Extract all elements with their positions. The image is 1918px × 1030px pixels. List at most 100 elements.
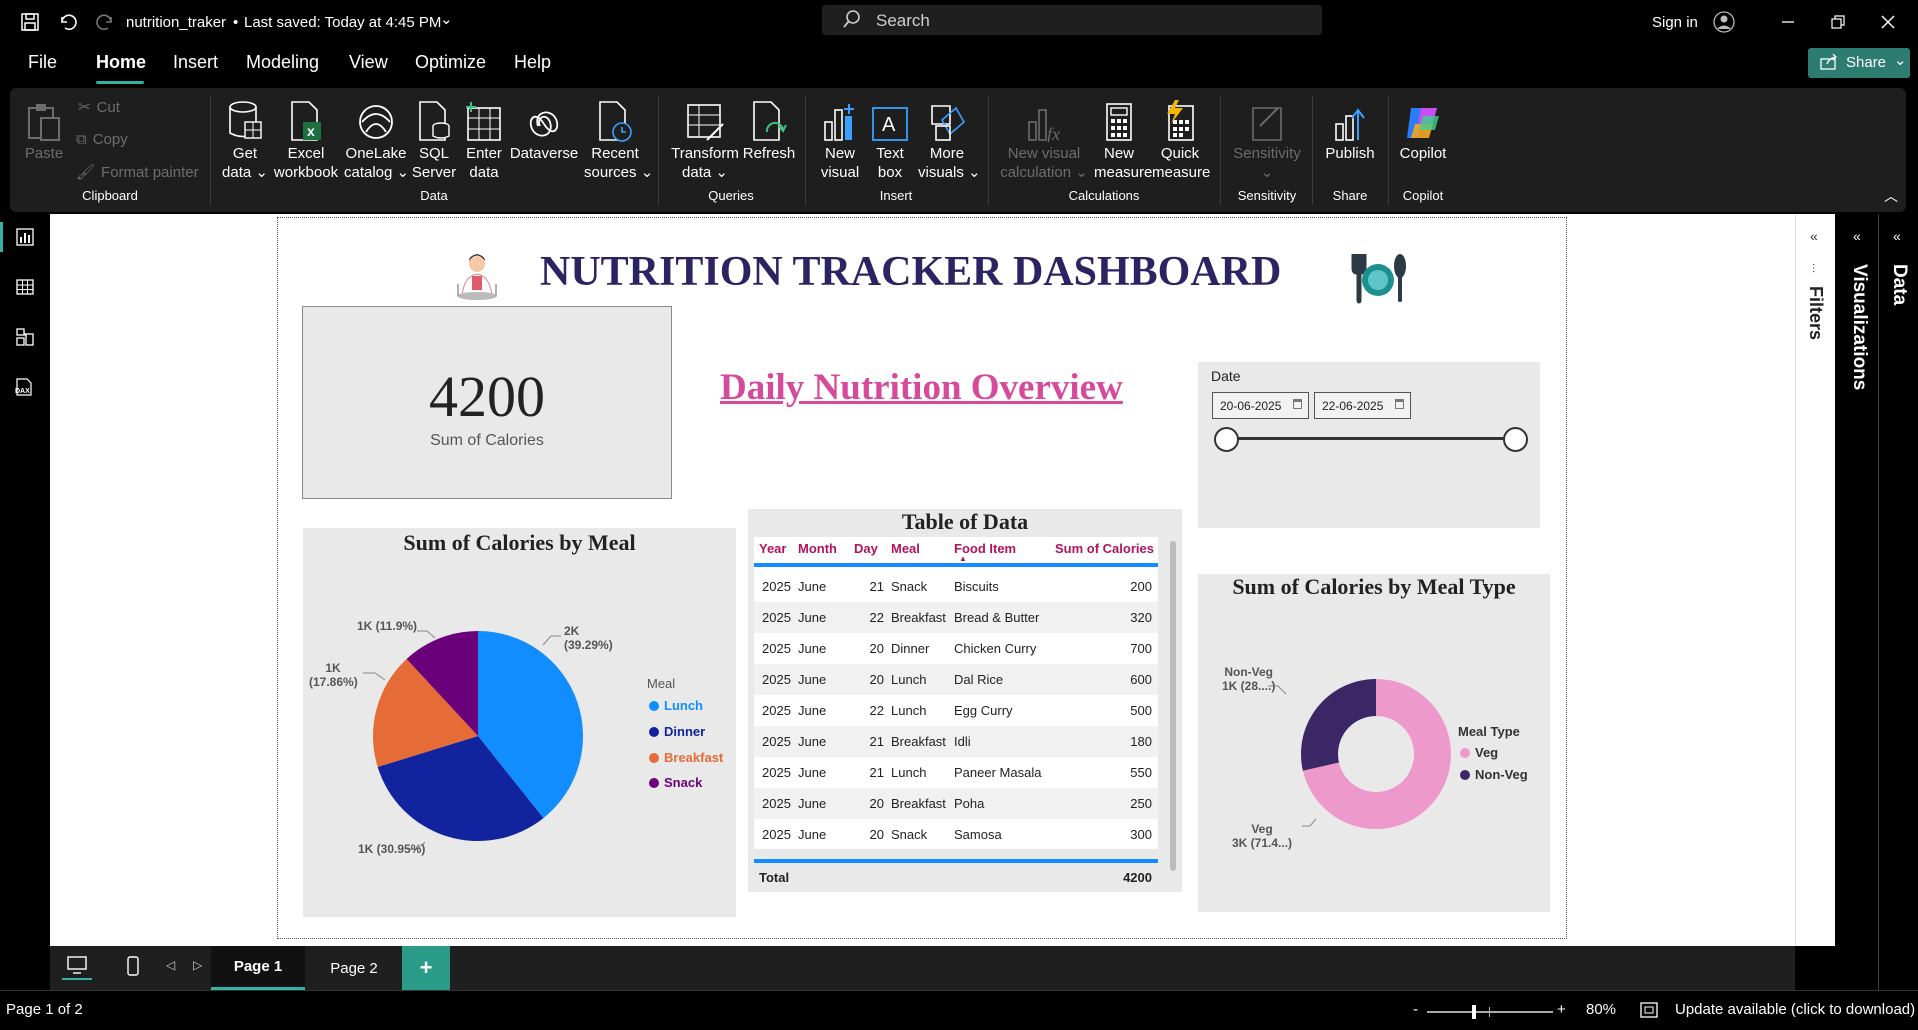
save-icon[interactable]	[18, 10, 42, 34]
tab-page-1[interactable]: Page 1	[211, 946, 305, 990]
donut-slice-non-veg[interactable]	[1301, 679, 1376, 771]
table-view-icon[interactable]	[12, 274, 38, 300]
expand-visualizations-icon[interactable]: «	[1853, 228, 1861, 244]
table-row[interactable]: 2025 June 22 Breakfast Bread & Butter 320	[754, 602, 1158, 633]
restore-icon[interactable]	[1823, 10, 1853, 34]
new-visual-button[interactable]: New visual	[816, 98, 864, 182]
table-scrollbar[interactable]	[1170, 541, 1176, 871]
paste-button[interactable]: Paste	[22, 98, 66, 163]
menu-help[interactable]: Help	[514, 52, 551, 73]
column-header-calories[interactable]: Sum of Calories	[1055, 541, 1154, 556]
calendar-icon[interactable]	[1395, 399, 1404, 409]
table-cell: Dinner	[891, 641, 930, 656]
calendar-icon[interactable]	[1293, 399, 1302, 409]
minimize-icon[interactable]	[1773, 10, 1803, 34]
enter-data-button[interactable]: Enter data	[462, 98, 506, 182]
legend-item-snack[interactable]: Snack	[649, 775, 702, 790]
column-header-month[interactable]: Month	[798, 541, 837, 556]
table-row[interactable]: 2025 June 20 Lunch Dal Rice 600	[754, 664, 1158, 695]
format-painter-button[interactable]: 🖌 Format painter	[76, 163, 199, 182]
table-row[interactable]: 2025 June 21 Snack Biscuits 200	[754, 571, 1158, 602]
legend-item-veg[interactable]: Veg	[1460, 745, 1498, 760]
refresh-button[interactable]: Refresh	[742, 98, 796, 163]
table-row[interactable]: 2025 June 21 Lunch Paneer Masala 550	[754, 757, 1158, 788]
chevron-down-icon[interactable]: ⌄	[440, 10, 453, 28]
zoom-out-button[interactable]: -	[1413, 1001, 1418, 1018]
share-button[interactable]: Share ⌄	[1808, 48, 1910, 78]
cut-button[interactable]: ✂ Cut	[78, 98, 120, 117]
zoom-in-button[interactable]: +	[1557, 1001, 1566, 1018]
onelake-catalog-button[interactable]: OneLake catalog ⌄	[344, 98, 409, 182]
column-header-meal[interactable]: Meal	[891, 541, 920, 556]
zoom-slider[interactable]	[1427, 1005, 1553, 1019]
excel-workbook-button[interactable]: x Excel workbook	[272, 98, 340, 182]
quick-measure-button[interactable]: Quick measure	[1152, 98, 1210, 182]
model-view-icon[interactable]	[12, 324, 38, 350]
fit-to-page-icon[interactable]	[1640, 1002, 1658, 1018]
sign-in-link[interactable]: Sign in	[1652, 14, 1698, 31]
text-box-button[interactable]: A Text box	[866, 98, 914, 182]
copilot-button[interactable]: Copilot	[1396, 98, 1450, 163]
report-view-icon[interactable]	[12, 224, 38, 250]
new-visual-calculation-button[interactable]: fx New visual calculation ⌄	[998, 98, 1090, 182]
more-visuals-button[interactable]: More visuals ⌄	[918, 98, 981, 182]
dax-query-view-icon[interactable]: DAX	[12, 374, 38, 400]
zoom-level[interactable]: 80%	[1586, 1001, 1616, 1018]
get-data-button[interactable]: Get data ⌄	[220, 98, 270, 182]
copy-button[interactable]: ⧉ Copy	[76, 131, 128, 148]
legend-item-lunch[interactable]: Lunch	[649, 698, 703, 713]
close-icon[interactable]	[1873, 10, 1903, 34]
sql-server-button[interactable]: SQL Server	[410, 98, 458, 182]
add-page-button[interactable]: +	[402, 946, 450, 990]
transform-data-button[interactable]: Transform data ⌄	[670, 98, 740, 182]
recent-sources-button[interactable]: Recent sources ⌄	[584, 98, 653, 182]
menu-home[interactable]: Home	[96, 52, 146, 73]
mobile-layout-icon[interactable]	[126, 956, 140, 976]
end-date-input[interactable]: 22-06-2025	[1314, 392, 1411, 419]
kpi-card-total-calories[interactable]: 4200 Sum of Calories	[302, 306, 672, 499]
table-of-data[interactable]: Table of Data Year Month Day Meal Food I…	[748, 509, 1182, 892]
start-date-handle[interactable]	[1214, 427, 1239, 452]
table-row[interactable]: 2025 June 22 Lunch Egg Curry 500	[754, 695, 1158, 726]
menu-file[interactable]: File	[28, 52, 57, 73]
collapse-filters-icon[interactable]: «	[1810, 228, 1818, 244]
table-row[interactable]: 2025 June 20 Dinner Chicken Curry 700	[754, 633, 1158, 664]
legend-item-dinner[interactable]: Dinner	[649, 724, 705, 739]
legend-item-non-veg[interactable]: Non-Veg	[1460, 767, 1528, 782]
column-header-year[interactable]: Year	[759, 541, 786, 556]
menu-view[interactable]: View	[349, 52, 388, 73]
search-box[interactable]: Search	[822, 5, 1322, 35]
donut-chart-calories-by-meal-type[interactable]: Sum of Calories by Meal Type Non-Veg 1K (…	[1198, 574, 1550, 912]
table-row[interactable]: 2025 June 21 Breakfast Idli 180	[754, 726, 1158, 757]
last-saved-text[interactable]: Last saved: Today at 4:45 PM	[244, 14, 441, 31]
date-slicer[interactable]: Date 20-06-2025 22-06-2025	[1198, 362, 1540, 528]
visualizations-pane-label[interactable]: Visualizations	[1848, 264, 1870, 390]
column-header-day[interactable]: Day	[854, 541, 878, 556]
expand-data-icon[interactable]: «	[1893, 228, 1901, 244]
filters-pane[interactable]: « ⫶ Filters	[1795, 214, 1835, 946]
next-page-icon[interactable]: ▷	[193, 958, 202, 972]
sensitivity-button[interactable]: Sensitivity ⌄	[1230, 98, 1304, 182]
update-available-link[interactable]: Update available (click to download)	[1675, 1001, 1915, 1018]
legend-item-breakfast[interactable]: Breakfast	[649, 750, 723, 765]
tab-page-2[interactable]: Page 2	[308, 946, 400, 990]
menu-modeling[interactable]: Modeling	[246, 52, 319, 73]
undo-icon[interactable]	[55, 10, 79, 34]
desktop-layout-icon[interactable]	[62, 956, 92, 980]
collapse-ribbon-icon[interactable]: ︿	[1884, 186, 1898, 206]
redo-icon[interactable]	[94, 10, 118, 34]
new-measure-button[interactable]: New measure	[1094, 98, 1152, 182]
menu-insert[interactable]: Insert	[173, 52, 218, 73]
start-date-input[interactable]: 20-06-2025	[1212, 392, 1309, 419]
previous-page-icon[interactable]: ◁	[166, 958, 175, 972]
table-row[interactable]: 2025 June 20 Snack Samosa 300	[754, 819, 1158, 850]
menu-optimize[interactable]: Optimize	[415, 52, 486, 73]
dataverse-button[interactable]: Dataverse	[508, 98, 580, 163]
data-pane-label[interactable]: Data	[1888, 264, 1910, 305]
zoom-slider-handle[interactable]	[1472, 1005, 1476, 1019]
publish-button[interactable]: Publish	[1322, 98, 1378, 163]
table-row[interactable]: 2025 June 20 Breakfast Poha 250	[754, 788, 1158, 819]
end-date-handle[interactable]	[1503, 427, 1528, 452]
pie-chart-calories-by-meal[interactable]: Sum of Calories by Meal 2K (39.29%) 1K (3…	[303, 528, 736, 917]
user-avatar-icon[interactable]	[1712, 10, 1736, 34]
